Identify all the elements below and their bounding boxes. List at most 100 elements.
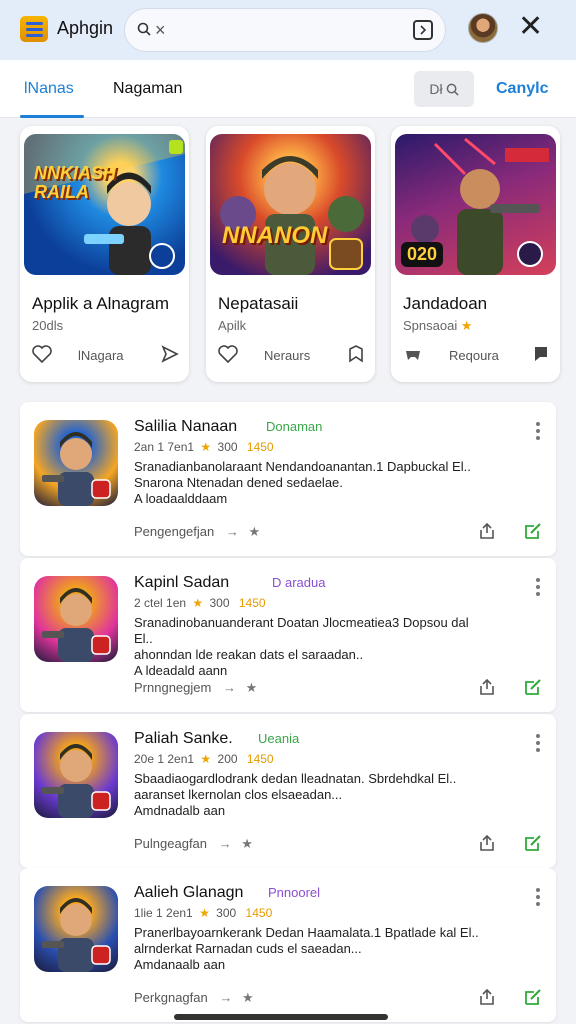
thumbnail-caption: NNANON [222,222,328,249]
cancel-button[interactable]: Canylc [496,80,548,98]
app-footer: Perkgnagfan → ★ [134,990,254,1006]
star-icon: ★ [192,596,204,610]
category-tag: D aradua [272,575,326,590]
game-thumbnail[interactable] [34,886,118,972]
search-icon [137,22,151,36]
featured-title: Jandadoan [403,294,488,313]
price-value: 1450 [246,440,274,454]
price-value: 1450 [245,906,273,920]
price-value: 1450 [238,596,266,610]
app-name[interactable]: Paliah Sanke. [134,730,233,748]
user-avatar[interactable] [468,13,498,43]
featured-action-label[interactable]: Reqoura [449,348,499,363]
game-thumbnail[interactable] [34,420,118,506]
star-icon: ★ [460,318,473,333]
app-list-item[interactable]: Paliah Sanke. Ueania 20e 1 2en1 ★ 200 14… [20,714,556,868]
featured-card[interactable]: NNKIASH RAILA Applik a Alnagram 20dls lN… [20,126,189,382]
app-name[interactable]: Salilia Nanaan [134,418,237,436]
bookmark-icon[interactable] [347,345,365,363]
star-icon[interactable]: ★ [249,524,261,539]
game-thumbnail[interactable]: NNKIASH RAILA [24,134,185,275]
featured-action-label[interactable]: lNagara [78,348,124,363]
featured-subtitle: 20dls [32,318,64,333]
search-input[interactable] [177,17,407,43]
app-header: Aphgin × ✕ [0,0,576,60]
featured-actions: Reqoura [403,345,550,365]
app-description: Pranerlbayoarnkerank Dedan Haamalata.1 B… [134,925,484,973]
share-icon[interactable] [478,678,496,696]
voice-search-icon[interactable] [413,20,433,40]
more-options-icon[interactable] [536,888,540,906]
developer-label[interactable]: Pulngeagfan [134,836,207,851]
edit-icon[interactable] [523,677,543,697]
rating-value: 300 [216,906,237,920]
filter-search-button[interactable]: Dł [414,71,474,107]
home-indicator [174,1014,388,1020]
featured-subtitle: Apilk [218,318,247,333]
edit-icon[interactable] [523,521,543,541]
heart-icon[interactable] [218,345,238,363]
description-line: alrnderkat Rarnadan cuds el saeadan... [134,941,362,956]
featured-subtitle-text: Spnsaoai [403,318,458,333]
featured-title: Nepatasaii [218,294,299,313]
gamepad-icon[interactable] [403,345,423,363]
featured-action-label[interactable]: Neraurs [264,348,310,363]
rating-value: 300 [217,440,238,454]
category-tag: Ueania [258,731,300,746]
edit-icon[interactable] [523,987,543,1007]
more-options-icon[interactable] [536,422,540,440]
tab-lnanas[interactable]: lNanas [24,80,74,98]
description-line: ahonndan lde reakan dats el saraadan.. [134,647,364,662]
hamburger-logo-icon[interactable] [20,16,48,42]
developer-label[interactable]: Perkgnagfan [134,990,208,1005]
more-options-icon[interactable] [536,734,540,752]
flag-icon[interactable] [532,345,550,363]
description-line: Sbaadiaogardlodrank dedan lleadnatan. Sb… [134,771,457,786]
app-footer: Pengengefjan → ★ [134,524,260,540]
app-meta: 2 ctel 1en ★ 300 1450 [134,596,266,610]
close-icon[interactable]: ✕ [518,12,543,42]
more-options-icon[interactable] [536,578,540,596]
star-icon[interactable]: ★ [241,836,253,851]
tab-bar: lNanas Nagaman Dł Canylc [0,60,576,118]
featured-card[interactable]: NNANON Nepatasaii Apilk Neraurs [206,126,375,382]
star-icon[interactable]: ★ [242,990,254,1005]
rating-value: 200 [217,752,238,766]
app-meta-text: 20e 1 2en1 [134,752,195,766]
star-icon[interactable]: ★ [246,680,258,695]
description-line: Pranerlbayoarnkerank Dedan Haamalata.1 B… [134,925,479,940]
description-line: Sranadianbanolaraant Nendandoanantan.1 D… [134,459,471,474]
tab-nagaman[interactable]: Nagaman [113,80,182,98]
app-meta: 20e 1 2en1 ★ 200 1450 [134,752,274,766]
app-footer: Pulngeagfan → ★ [134,836,253,852]
edit-icon[interactable] [523,833,543,853]
thumbnail-caption: NNKIASH RAILA [34,163,117,202]
share-icon[interactable] [161,345,179,363]
app-name[interactable]: Kapinl Sadan [134,574,229,592]
game-thumbnail[interactable] [34,576,118,662]
share-icon[interactable] [478,834,496,852]
app-list-item[interactable]: Aalieh Glanagn Pnnoorel 1lie 1 2en1 ★ 30… [20,868,556,1022]
featured-actions: Neraurs [218,345,365,365]
share-icon[interactable] [478,522,496,540]
game-thumbnail[interactable] [34,732,118,818]
app-list-item[interactable]: Kapinl Sadan D aradua 2 ctel 1en ★ 300 1… [20,558,556,712]
share-icon[interactable] [478,988,496,1006]
price-value: 1450 [246,752,274,766]
app-name[interactable]: Aalieh Glanagn [134,884,243,902]
heart-icon[interactable] [32,345,52,363]
clear-search-icon[interactable]: × [155,21,166,39]
app-list-item[interactable]: Salilia Nanaan Donaman 2an 1 7en1 ★ 300 … [20,402,556,556]
game-thumbnail[interactable]: NNANON [210,134,371,275]
rating-value: 300 [209,596,230,610]
description-line: Amdnadalb aan [134,803,226,818]
search-bar[interactable]: × [124,8,446,52]
developer-label[interactable]: Pengengefjan [134,524,214,539]
description-line: Sranadinobanuanderant Doatan Jlocmeatiea… [134,615,469,646]
star-icon: ★ [200,440,212,454]
featured-card[interactable]: 020 Jandadoan Spnsaoai ★ Reqoura [391,126,560,382]
featured-title: Applik a Alnagram [32,294,170,313]
game-thumbnail[interactable]: 020 [395,134,556,275]
featured-actions: lNagara [32,345,179,365]
developer-label[interactable]: Prnngnegjem [134,680,211,695]
